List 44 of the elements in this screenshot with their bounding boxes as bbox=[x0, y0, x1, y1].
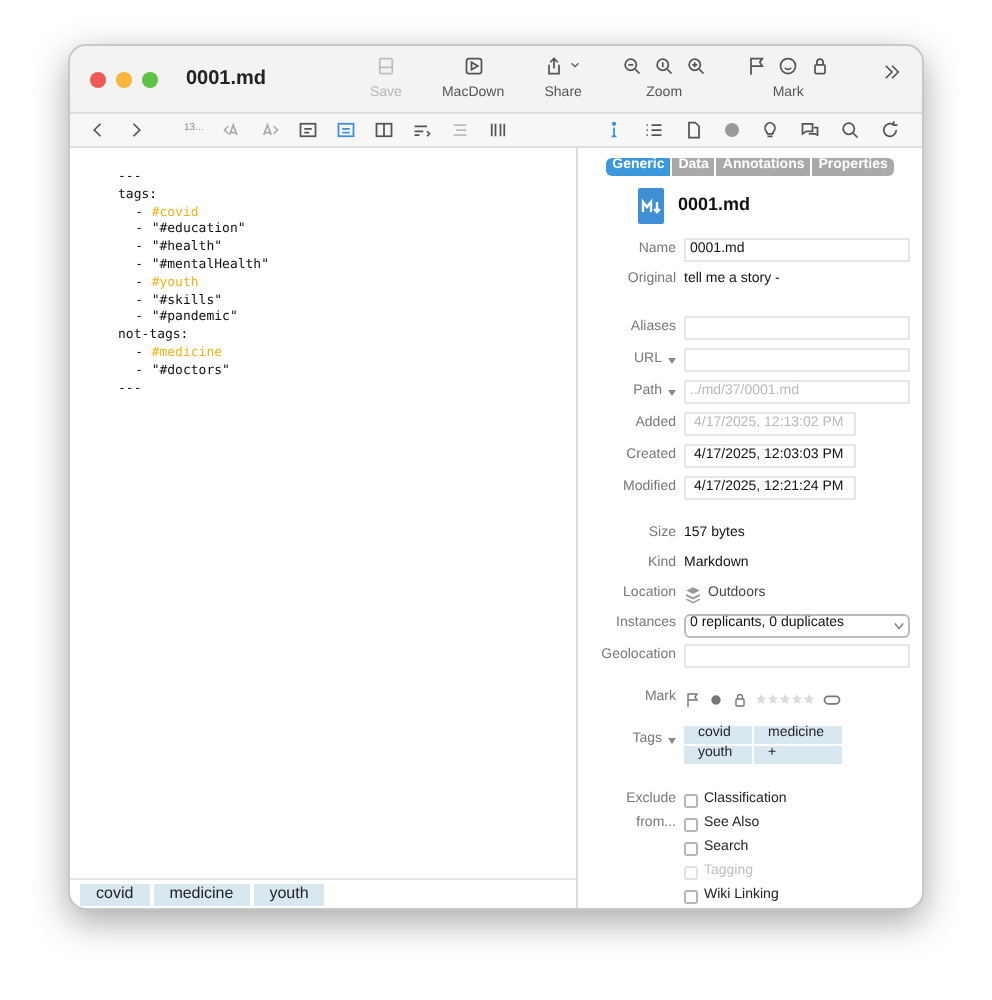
chat-icon[interactable] bbox=[800, 120, 820, 140]
lightbulb-icon[interactable] bbox=[760, 120, 780, 140]
chevron-down-icon[interactable] bbox=[568, 58, 583, 73]
checkbox[interactable] bbox=[684, 841, 698, 855]
chevron-down-icon bbox=[894, 621, 904, 629]
split-view-icon[interactable] bbox=[373, 120, 394, 140]
preview-icon[interactable] bbox=[463, 55, 484, 76]
preview-view-icon[interactable] bbox=[335, 120, 356, 140]
close-button[interactable] bbox=[90, 71, 106, 87]
label-icon[interactable] bbox=[822, 689, 842, 709]
checkbox[interactable] bbox=[684, 817, 698, 831]
share-icon[interactable] bbox=[544, 55, 565, 76]
chevrons-right-icon[interactable] bbox=[882, 61, 902, 81]
tag-chip[interactable]: medicine bbox=[153, 883, 250, 905]
editor-view-icon[interactable] bbox=[297, 120, 318, 140]
text-field[interactable] bbox=[684, 644, 910, 668]
flag-icon[interactable] bbox=[684, 691, 700, 707]
dot-icon[interactable] bbox=[724, 122, 740, 138]
columns-icon[interactable] bbox=[487, 120, 508, 140]
caret-icon[interactable] bbox=[668, 737, 676, 744]
stack-icon bbox=[684, 586, 702, 604]
text-field[interactable] bbox=[684, 316, 910, 340]
document-icon[interactable] bbox=[684, 120, 704, 140]
smiley-icon[interactable] bbox=[778, 55, 799, 76]
tag-chip[interactable]: youth bbox=[253, 883, 325, 905]
markdown-file-icon bbox=[638, 188, 664, 224]
lock-icon[interactable] bbox=[732, 691, 748, 707]
zoom-out-icon[interactable] bbox=[622, 55, 643, 76]
tag-chip[interactable]: covid bbox=[80, 883, 150, 905]
checkbox[interactable] bbox=[684, 793, 698, 807]
window-title: 0001.md bbox=[186, 66, 269, 94]
zoom-reset-icon[interactable] bbox=[654, 55, 675, 76]
wrap-icon[interactable] bbox=[411, 120, 432, 140]
lock-icon[interactable] bbox=[810, 55, 831, 76]
list-icon[interactable] bbox=[644, 120, 664, 140]
text-field[interactable] bbox=[684, 348, 910, 372]
search-icon[interactable] bbox=[840, 120, 860, 140]
file-name: 0001.md bbox=[678, 192, 751, 219]
checkbox[interactable] bbox=[684, 889, 698, 903]
flag-icon[interactable] bbox=[746, 55, 767, 76]
star-rating[interactable] bbox=[756, 694, 814, 704]
zoom-in-icon[interactable] bbox=[686, 55, 707, 76]
refresh-icon[interactable] bbox=[880, 120, 900, 140]
caret-icon[interactable] bbox=[668, 357, 676, 363]
